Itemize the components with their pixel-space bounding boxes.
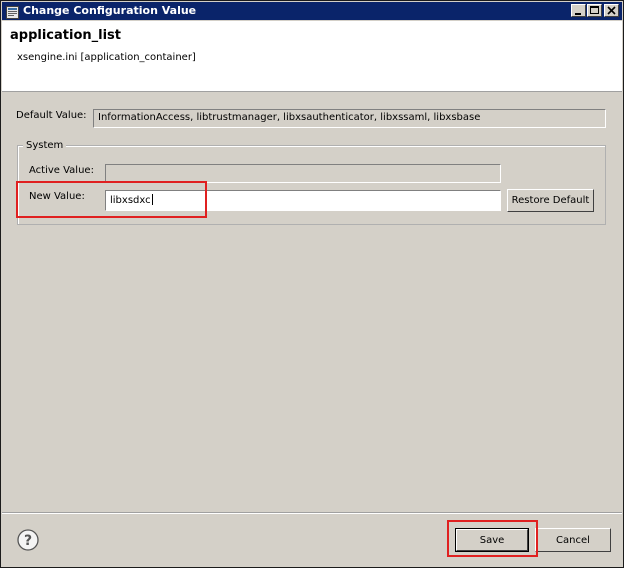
active-value-label: Active Value: bbox=[29, 165, 94, 176]
svg-text:?: ? bbox=[24, 533, 32, 549]
text-cursor bbox=[151, 194, 153, 205]
restore-default-button[interactable]: Restore Default bbox=[507, 189, 594, 212]
maximize-button[interactable] bbox=[587, 4, 602, 17]
dialog-header: application_list xsengine.ini [applicati… bbox=[2, 21, 622, 92]
new-value-text: libxsdxc bbox=[110, 195, 151, 206]
new-value-input[interactable]: libxsdxc bbox=[105, 190, 501, 211]
close-button[interactable] bbox=[604, 4, 619, 17]
close-icon bbox=[607, 6, 616, 15]
maximize-icon bbox=[590, 6, 599, 14]
help-button[interactable]: ? bbox=[17, 529, 39, 551]
title-bar[interactable]: Change Configuration Value bbox=[2, 2, 622, 20]
default-value-field: InformationAccess, libtrustmanager, libx… bbox=[93, 109, 606, 128]
new-value-label: New Value: bbox=[29, 191, 85, 202]
minimize-button[interactable] bbox=[571, 4, 586, 17]
cancel-button[interactable]: Cancel bbox=[535, 528, 611, 552]
save-button[interactable]: Save bbox=[455, 528, 529, 552]
footer-separator bbox=[2, 512, 622, 514]
parameter-name: application_list bbox=[10, 28, 121, 43]
dialog-window: Change Configuration Value application_l… bbox=[0, 0, 624, 568]
system-group bbox=[17, 145, 606, 225]
config-section: xsengine.ini [application_container] bbox=[17, 52, 196, 63]
window-icon bbox=[6, 4, 19, 19]
window-title: Change Configuration Value bbox=[23, 4, 197, 17]
help-icon: ? bbox=[17, 529, 39, 551]
default-value-label: Default Value: bbox=[16, 110, 87, 121]
system-group-legend: System bbox=[23, 140, 67, 151]
minimize-icon bbox=[575, 13, 581, 15]
active-value-field bbox=[105, 164, 501, 183]
